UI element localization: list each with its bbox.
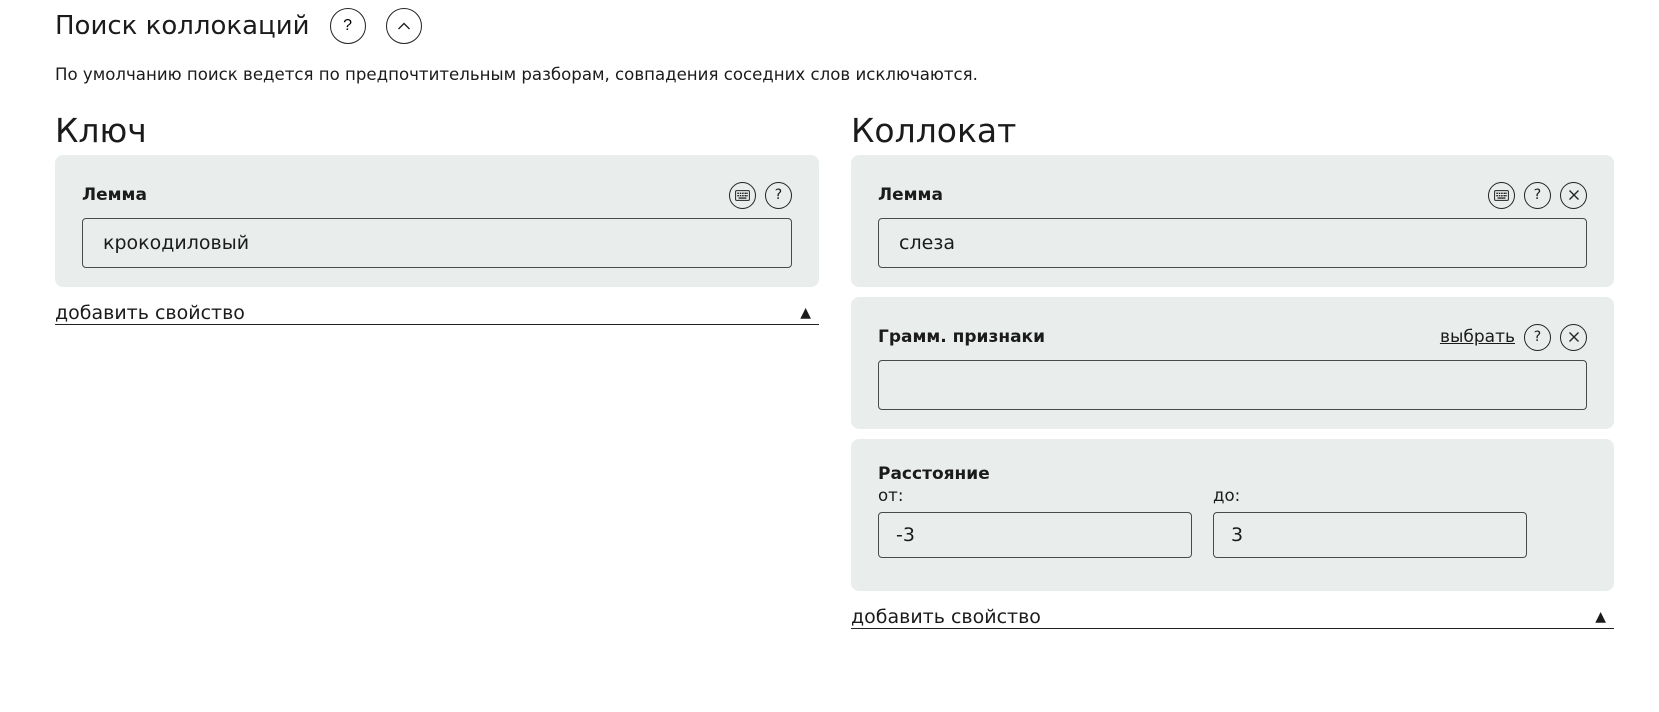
keyboard-button[interactable]: [729, 181, 756, 209]
collocate-gram-input[interactable]: [878, 360, 1587, 410]
collocate-gram-label: Грамм. признаки: [878, 327, 1046, 347]
collocate-lemma-help-button[interactable]: ?: [1524, 181, 1551, 209]
collocation-search-page: Поиск коллокаций ? По умолчанию поиск ве…: [0, 0, 1659, 712]
collocate-title: Коллокат: [851, 111, 1017, 150]
search-description: По умолчанию поиск ведется по предпочтит…: [55, 65, 978, 84]
chevron-up-icon: [397, 22, 410, 30]
collocate-add-property[interactable]: добавить свойство ▲: [851, 605, 1614, 629]
title-row: Поиск коллокаций ?: [55, 6, 422, 46]
collocate-add-property-label: добавить свойство: [851, 606, 1041, 628]
collocate-lemma-input[interactable]: слеза: [878, 218, 1587, 268]
distance-from-label: от:: [878, 486, 904, 505]
key-column: Ключ Лемма ? крокодиловый добавить свойс…: [55, 107, 819, 325]
key-lemma-label: Лемма: [82, 185, 147, 205]
collocate-lemma-remove-button[interactable]: [1560, 181, 1587, 209]
distance-inputs: -3 3: [878, 506, 1587, 558]
collocate-lemma-header: Лемма ?: [878, 181, 1587, 209]
question-icon: ?: [1533, 187, 1542, 203]
key-lemma-input[interactable]: крокодиловый: [82, 218, 792, 268]
collapse-button[interactable]: [385, 8, 422, 44]
key-add-property-label: добавить свойство: [55, 302, 245, 324]
key-add-property[interactable]: добавить свойство ▲: [55, 301, 819, 325]
question-icon: ?: [774, 187, 783, 203]
triangle-up-icon: ▲: [800, 305, 811, 321]
help-button[interactable]: ?: [329, 8, 366, 44]
collocate-distance-card: Расстояние от: до: -3 3: [851, 439, 1614, 591]
key-lemma-card: Лемма ? крокодиловый: [55, 155, 819, 287]
choose-gram-link[interactable]: выбрать: [1440, 327, 1515, 347]
distance-from-input[interactable]: -3: [878, 512, 1192, 558]
key-lemma-tools: ?: [720, 181, 792, 209]
collocate-gram-card: Грамм. признаки выбрать ?: [851, 297, 1614, 429]
key-title: Ключ: [55, 111, 147, 150]
page-title: Поиск коллокаций: [55, 11, 310, 41]
distance-label: Расстояние: [878, 464, 990, 484]
key-lemma-help-button[interactable]: ?: [765, 181, 792, 209]
collocate-lemma-label: Лемма: [878, 185, 943, 205]
question-icon: ?: [1533, 329, 1542, 345]
key-lemma-header: Лемма ?: [82, 181, 792, 209]
question-icon: ?: [343, 17, 352, 34]
collocate-gram-tools: выбрать ?: [1440, 323, 1587, 351]
collocate-lemma-card: Лемма ? слеза: [851, 155, 1614, 287]
close-icon: [1568, 332, 1579, 342]
collocate-gram-remove-button[interactable]: [1560, 323, 1587, 351]
collocate-column: Коллокат Лемма ? слеза Грамм. признаки в…: [851, 107, 1614, 629]
distance-labels: от: до:: [878, 486, 1587, 505]
collocate-lemma-tools: ?: [1479, 181, 1587, 209]
triangle-up-icon: ▲: [1595, 609, 1606, 625]
distance-to-label: до:: [1213, 486, 1241, 505]
distance-to-input[interactable]: 3: [1213, 512, 1527, 558]
keyboard-icon: [735, 189, 750, 201]
collocate-gram-header: Грамм. признаки выбрать ?: [878, 323, 1587, 351]
keyboard-button[interactable]: [1488, 181, 1515, 209]
keyboard-icon: [1494, 189, 1509, 201]
close-icon: [1568, 190, 1579, 200]
collocate-gram-help-button[interactable]: ?: [1524, 323, 1551, 351]
